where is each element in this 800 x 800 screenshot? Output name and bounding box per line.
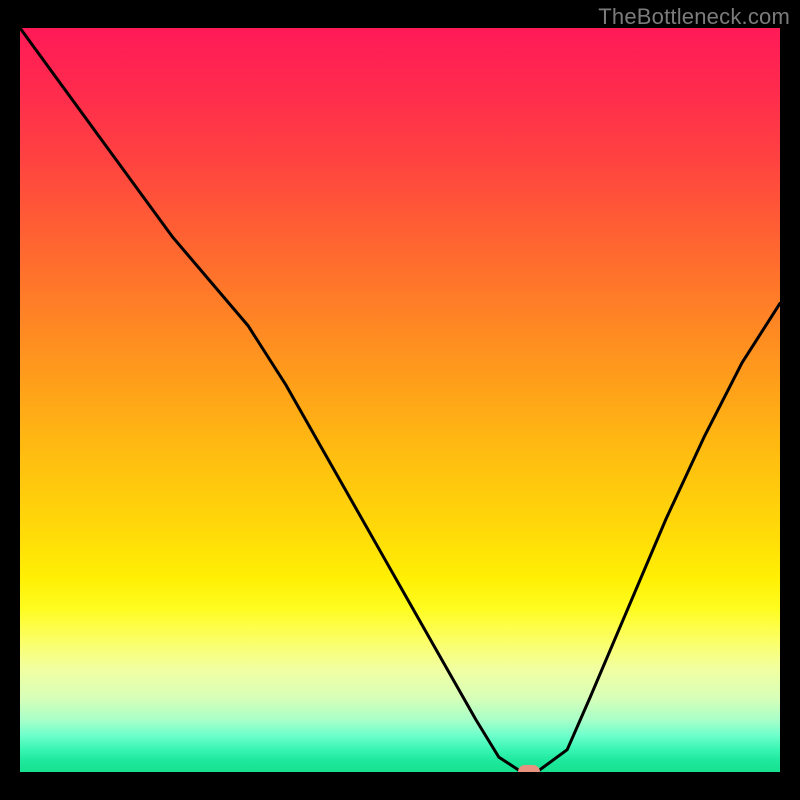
watermark-text: TheBottleneck.com bbox=[598, 4, 790, 30]
current-config-marker bbox=[518, 765, 540, 772]
bottleneck-curve bbox=[20, 28, 780, 772]
plot-area bbox=[20, 28, 780, 772]
curve-path bbox=[20, 28, 780, 772]
chart-frame: TheBottleneck.com bbox=[0, 0, 800, 800]
